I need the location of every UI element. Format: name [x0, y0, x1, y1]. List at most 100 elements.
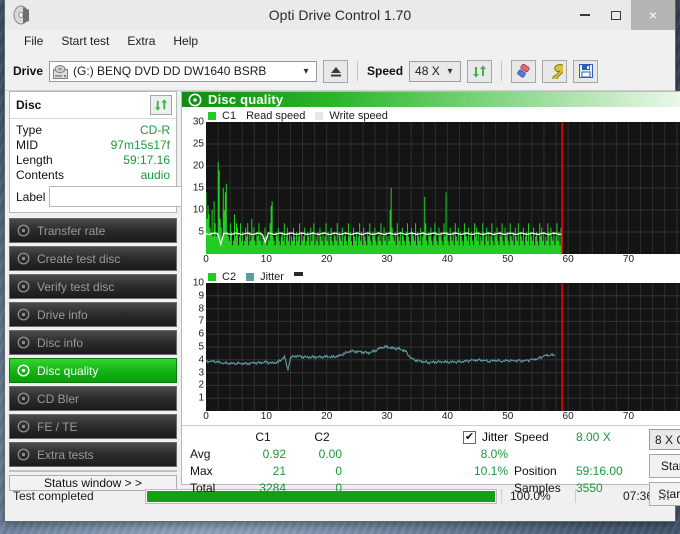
write-mode-select[interactable]: 8 X CLV ▾ — [649, 429, 680, 450]
position-row: Position 59:16.00 — [514, 463, 649, 480]
disc-panel: Disc Type CD-R MID 97m15s17f Length 59:1… — [9, 91, 254, 213]
sidebar-item-disc-info[interactable]: Disc info — [9, 330, 177, 355]
sidebar-item-label: Create test disc — [37, 251, 121, 266]
sidebar-item-extra-tests[interactable]: Extra tests — [9, 442, 177, 467]
c1-y-axis-left: 5 10 15 20 25 30 — [186, 117, 206, 254]
erase-button[interactable] — [511, 59, 537, 83]
disc-icon — [17, 280, 30, 293]
sidebar-item-create-test-disc[interactable]: Create test disc — [9, 246, 177, 271]
samples-key: Samples — [514, 481, 561, 495]
disc-key-type: Type — [16, 123, 43, 137]
app-icon — [11, 4, 33, 26]
axis-tick: 70 — [622, 411, 635, 422]
tools-icon — [551, 63, 563, 79]
disc-refresh-button[interactable] — [150, 95, 172, 115]
spacer-row — [514, 446, 649, 463]
jitter-stats: ✔ Jitter 8.0% 10.1% — [390, 429, 514, 506]
refresh-button[interactable] — [467, 59, 493, 83]
c2-chart-wrap: 12345678910 4%8%12%16%20% — [186, 278, 680, 411]
sidebar-item-transfer-rate[interactable]: Transfer rate — [9, 218, 177, 243]
sidebar-item-label: Verify test disc — [37, 279, 115, 294]
drive-select[interactable]: (G:) BENQ DVD DD DW1640 BSRB ▾ — [49, 60, 318, 82]
axis-tick: 70 — [622, 254, 635, 265]
menu-file[interactable]: File — [15, 32, 52, 50]
menu-help[interactable]: Help — [164, 32, 207, 50]
error-stats-grid: C1 C2 Avg 0.92 0.00 Max 21 0 Total 3284 … — [190, 429, 390, 497]
minimize-button[interactable] — [569, 0, 600, 30]
axis-tick: 0 — [203, 411, 209, 422]
save-button[interactable] — [573, 59, 599, 83]
legend-c2-jitter: C2 Jitter — [208, 270, 680, 283]
tools-button[interactable] — [542, 59, 568, 83]
axis-tick: 8 — [198, 303, 204, 315]
disc-value-mid: 97m15s17f — [110, 138, 170, 152]
eraser-icon — [516, 63, 530, 77]
speed-select[interactable]: 48 X ▾ — [409, 60, 462, 82]
stats-total-c1: 3284 — [259, 481, 286, 495]
c2-y-axis-left: 1 2 3 4 5 6 7 8 9 10 — [186, 278, 206, 411]
sidebar-item-verify-test-disc[interactable]: Verify test disc — [9, 274, 177, 299]
minimize-icon — [579, 14, 590, 16]
sidebar-item-fe-te[interactable]: FE / TE — [9, 414, 177, 439]
legend-swatch-jitter — [246, 272, 255, 281]
sidebar-item-cd-bler[interactable]: CD Bler — [9, 386, 177, 411]
axis-tick: 10 — [192, 277, 204, 289]
disc-icon — [17, 252, 30, 265]
close-button[interactable]: × — [631, 0, 675, 30]
sidebar-item-label: Drive info — [37, 307, 88, 322]
stats-max-c1: 21 — [272, 464, 286, 478]
menu-extra[interactable]: Extra — [118, 32, 164, 50]
sidebar-item-drive-info[interactable]: Drive info — [9, 302, 177, 327]
disc-icon — [17, 392, 30, 405]
jitter-max-value: 10.1% — [473, 464, 508, 478]
disc-panel-header: Disc — [10, 92, 176, 119]
legend-swatch-write-speed — [315, 111, 324, 120]
c2-plot-area[interactable] — [205, 283, 680, 411]
stats-total-c2: 0 — [335, 481, 342, 495]
stats-max-c2: 0 — [335, 464, 342, 478]
axis-tick: 6 — [198, 328, 204, 340]
sidebar-filler — [9, 470, 177, 472]
maximize-button[interactable] — [600, 0, 631, 30]
maximize-icon — [610, 10, 621, 20]
jitter-label: Jitter — [481, 430, 508, 444]
axis-tick: 10 — [192, 204, 204, 216]
legend-label-c1: C1 — [222, 109, 237, 122]
stats-header-c1: C1 — [255, 430, 271, 444]
drive-toolbar: Drive (G:) BENQ DVD DD DW1640 BSRB ▾ Spe… — [5, 52, 675, 91]
disc-row-length: Length 59:17.16 — [16, 153, 170, 168]
legend-label-jitter: Jitter — [260, 270, 284, 283]
axis-tick: 0 — [203, 254, 209, 265]
refresh-icon — [473, 65, 487, 77]
axis-tick: 3 — [198, 367, 204, 379]
title-bar: Opti Drive Control 1.70 × — [5, 0, 675, 30]
axis-tick: 10 — [260, 411, 272, 422]
axis-tick: 25 — [192, 138, 204, 150]
content-header: Disc quality — [182, 92, 680, 107]
eject-button[interactable] — [323, 59, 349, 83]
resize-grip[interactable] — [659, 490, 671, 502]
disc-icon — [17, 364, 30, 377]
sidebar-item-label: CD Bler — [37, 391, 80, 406]
refresh-icon — [154, 99, 168, 111]
axis-tick: 2 — [198, 379, 204, 391]
save-icon — [578, 64, 593, 78]
axis-tick: 30 — [381, 411, 393, 422]
disc-row-contents: Contents audio — [16, 168, 170, 183]
c1-plot-area[interactable] — [205, 122, 680, 254]
disc-icon — [17, 308, 30, 321]
plot-svg — [205, 283, 680, 411]
sidebar-item-disc-quality[interactable]: Disc quality — [9, 358, 177, 383]
start-full-button[interactable]: Start full — [649, 454, 680, 478]
drive-value: (G:) BENQ DVD DD DW1640 BSRB — [73, 64, 267, 78]
disc-value-contents: audio — [140, 168, 170, 182]
axis-tick: 50 — [502, 254, 514, 265]
disc-icon — [17, 336, 30, 349]
speed-stats: Speed 8.00 X Position 59:16.00 Samples 3… — [514, 429, 649, 506]
axis-tick: 20 — [321, 411, 333, 422]
jitter-checkbox[interactable]: ✔ — [462, 431, 476, 444]
menu-start-test[interactable]: Start test — [52, 32, 118, 50]
axis-tick: 60 — [562, 411, 574, 422]
axis-tick: 20 — [192, 160, 204, 172]
speed-value: 48 X — [415, 64, 440, 78]
